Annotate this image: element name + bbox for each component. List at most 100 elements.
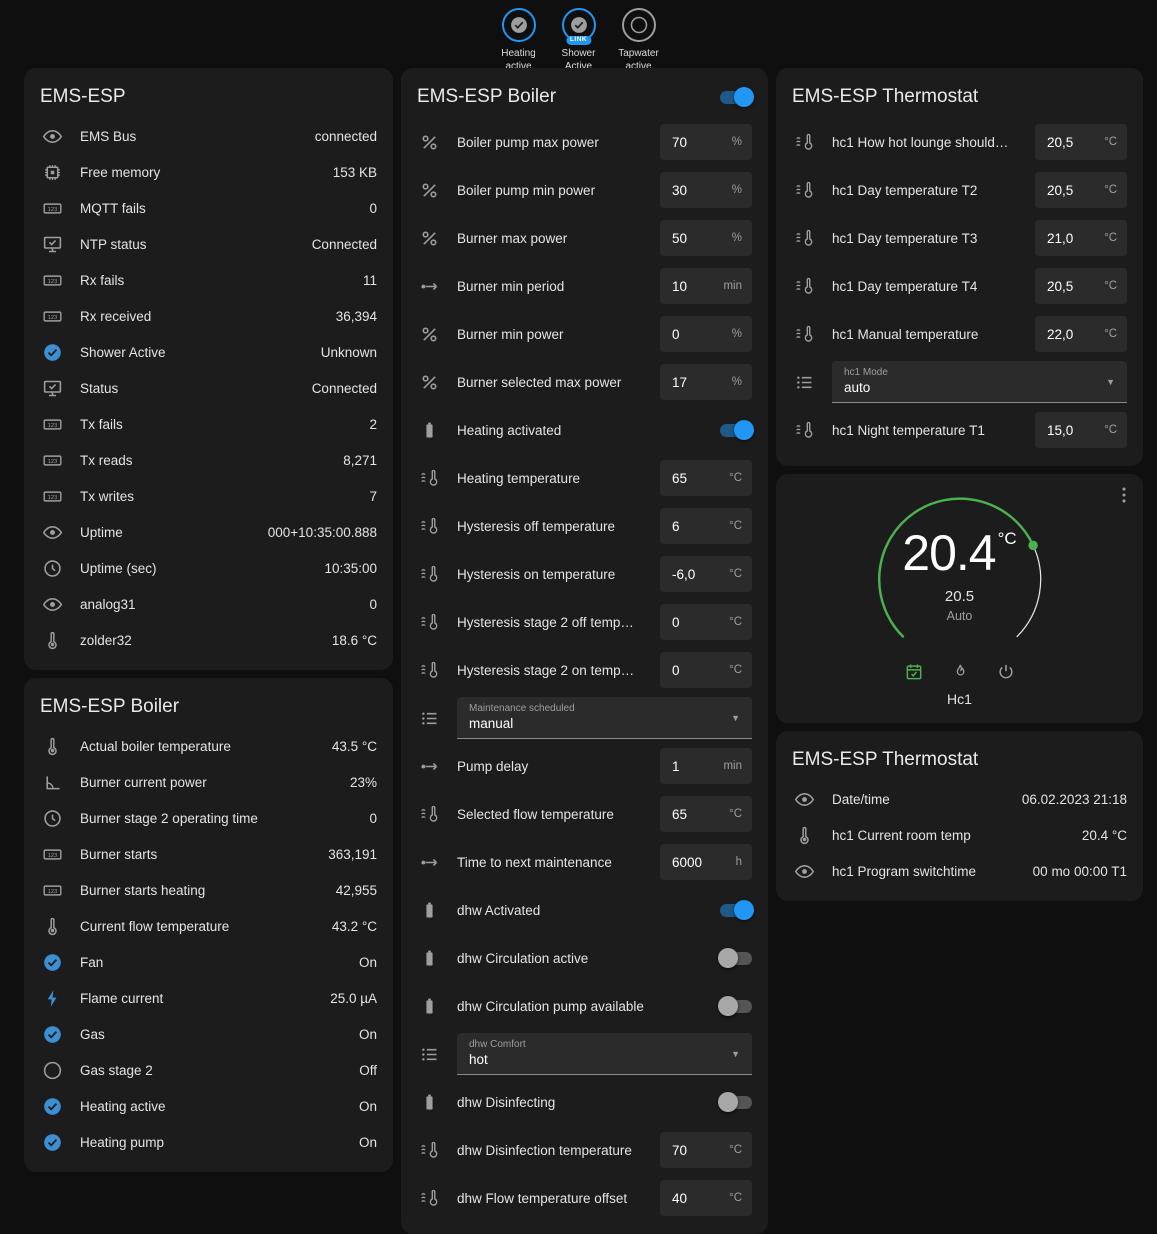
number-input[interactable]: 50 % (660, 220, 752, 256)
counter-icon: 123 (40, 484, 64, 508)
thermostat-dial[interactable]: 20.4°C 20.5 Auto (865, 494, 1055, 660)
calendar-check-icon[interactable] (904, 662, 924, 682)
entity-label: dhw Circulation active (457, 951, 706, 966)
number-row: Burner selected max power 17 % (401, 358, 768, 406)
number-input[interactable]: 0 °C (660, 604, 752, 640)
entity-row[interactable]: zolder32 18.6 °C (24, 622, 393, 658)
entity-row[interactable]: NTP status Connected (24, 226, 393, 262)
entity-label: hc1 Day temperature T3 (832, 231, 1025, 246)
entity-list: Date/time 06.02.2023 21:18 hc1 Current r… (776, 781, 1143, 889)
number-input[interactable]: 20,5 °C (1035, 268, 1127, 304)
entity-row[interactable]: Status Connected (24, 370, 393, 406)
entity-row[interactable]: Heating pump On (24, 1124, 393, 1160)
number-input[interactable]: 6 °C (660, 508, 752, 544)
number-input[interactable]: 65 °C (660, 796, 752, 832)
entity-row[interactable]: 123 Burner starts heating 42,955 (24, 872, 393, 908)
check-circle-icon (40, 1130, 64, 1154)
entity-row[interactable]: 123 Tx writes 7 (24, 478, 393, 514)
number-input[interactable]: 40 °C (660, 1180, 752, 1216)
number-input[interactable]: 6000 h (660, 844, 752, 880)
check-circle-icon (569, 15, 589, 35)
entity-value: 06.02.2023 21:18 (1022, 792, 1127, 807)
clock-icon (40, 556, 64, 580)
number-input[interactable]: 0 °C (660, 652, 752, 688)
toggle-switch[interactable] (720, 904, 752, 917)
select-input[interactable]: dhw Comfort hot (457, 1033, 752, 1075)
select-input[interactable]: hc1 Mode auto (832, 361, 1127, 403)
toggle-switch[interactable] (720, 424, 752, 437)
entity-row[interactable]: Fan On (24, 944, 393, 980)
number-input[interactable]: 20,5 °C (1035, 172, 1127, 208)
number-input[interactable]: 1 min (660, 748, 752, 784)
entity-row[interactable]: Gas stage 2 Off (24, 1052, 393, 1088)
number-unit: °C (729, 520, 742, 532)
toggle-switch[interactable] (720, 952, 752, 965)
number-input[interactable]: 17 % (660, 364, 752, 400)
toggle-switch[interactable] (720, 1000, 752, 1013)
card-header-toggle[interactable] (720, 91, 752, 104)
fire-icon[interactable] (950, 662, 970, 682)
entity-label: zolder32 (80, 633, 322, 648)
entity-row[interactable]: 123 Rx fails 11 (24, 262, 393, 298)
number-input[interactable]: 30 % (660, 172, 752, 208)
toggle-switch[interactable] (720, 1096, 752, 1109)
number-value: 70 (672, 135, 687, 150)
power-icon[interactable] (996, 662, 1016, 682)
thermo-waves-icon (792, 226, 816, 250)
entity-row[interactable]: 123 MQTT fails 0 (24, 190, 393, 226)
number-value: 30 (672, 183, 687, 198)
entity-row[interactable]: 123 Tx reads 8,271 (24, 442, 393, 478)
entity-value: On (359, 1135, 377, 1150)
entity-value: 36,394 (336, 309, 377, 324)
entity-row[interactable]: Uptime 000+10:35:00.888 (24, 514, 393, 550)
clock-icon (40, 806, 64, 830)
entity-list: hc1 How hot lounge should… 20,5 °C hc1 D… (776, 118, 1143, 454)
entity-row[interactable]: analog31 0 (24, 586, 393, 622)
number-row: Time to next maintenance 6000 h (401, 838, 768, 886)
status-badge[interactable]: LINK Shower Active (551, 8, 607, 73)
number-row: hc1 How hot lounge should… 20,5 °C (776, 118, 1143, 166)
status-badge[interactable]: Heating active (491, 8, 547, 73)
number-value: 40 (672, 1191, 687, 1206)
entity-row[interactable]: Flame current 25.0 µA (24, 980, 393, 1016)
entity-row[interactable]: EMS Bus connected (24, 118, 393, 154)
status-badge[interactable]: Tapwater active (611, 8, 667, 73)
thermo-waves-icon (417, 562, 441, 586)
number-unit: °C (1104, 184, 1117, 196)
number-input[interactable]: 10 min (660, 268, 752, 304)
entity-list: Actual boiler temperature 43.5 °C Burner… (24, 728, 393, 1160)
number-row: dhw Flow temperature offset 40 °C (401, 1174, 768, 1222)
entity-row[interactable]: Free memory 153 KB (24, 154, 393, 190)
entity-row[interactable]: Shower Active Unknown (24, 334, 393, 370)
entity-row[interactable]: Current flow temperature 43.2 °C (24, 908, 393, 944)
dots-vertical-icon[interactable] (1113, 484, 1135, 506)
number-input[interactable]: 0 % (660, 316, 752, 352)
entity-row[interactable]: Burner stage 2 operating time 0 (24, 800, 393, 836)
number-input[interactable]: 15,0 °C (1035, 412, 1127, 448)
entity-row[interactable]: Gas On (24, 1016, 393, 1052)
number-input[interactable]: 70 °C (660, 1132, 752, 1168)
number-input[interactable]: 21,0 °C (1035, 220, 1127, 256)
select-input[interactable]: Maintenance scheduled manual (457, 697, 752, 739)
entity-row[interactable]: Actual boiler temperature 43.5 °C (24, 728, 393, 764)
entity-row[interactable]: Date/time 06.02.2023 21:18 (776, 781, 1143, 817)
entity-row[interactable]: 123 Tx fails 2 (24, 406, 393, 442)
number-input[interactable]: 65 °C (660, 460, 752, 496)
number-input[interactable]: 22,0 °C (1035, 316, 1127, 352)
number-row: Boiler pump min power 30 % (401, 166, 768, 214)
entity-row[interactable]: 123 Burner starts 363,191 (24, 836, 393, 872)
entity-row[interactable]: Uptime (sec) 10:35:00 (24, 550, 393, 586)
entity-row[interactable]: hc1 Current room temp 20.4 °C (776, 817, 1143, 853)
number-unit: °C (729, 1192, 742, 1204)
entity-row[interactable]: Burner current power 23% (24, 764, 393, 800)
number-input[interactable]: 20,5 °C (1035, 124, 1127, 160)
ray-arrow-icon (417, 754, 441, 778)
entity-value: 363,191 (328, 847, 377, 862)
number-value: 65 (672, 807, 687, 822)
entity-row[interactable]: 123 Rx received 36,394 (24, 298, 393, 334)
number-input[interactable]: -6,0 °C (660, 556, 752, 592)
entity-row[interactable]: Heating active On (24, 1088, 393, 1124)
entity-row[interactable]: hc1 Program switchtime 00 mo 00:00 T1 (776, 853, 1143, 889)
number-input[interactable]: 70 % (660, 124, 752, 160)
entity-label: Uptime (sec) (80, 561, 314, 576)
